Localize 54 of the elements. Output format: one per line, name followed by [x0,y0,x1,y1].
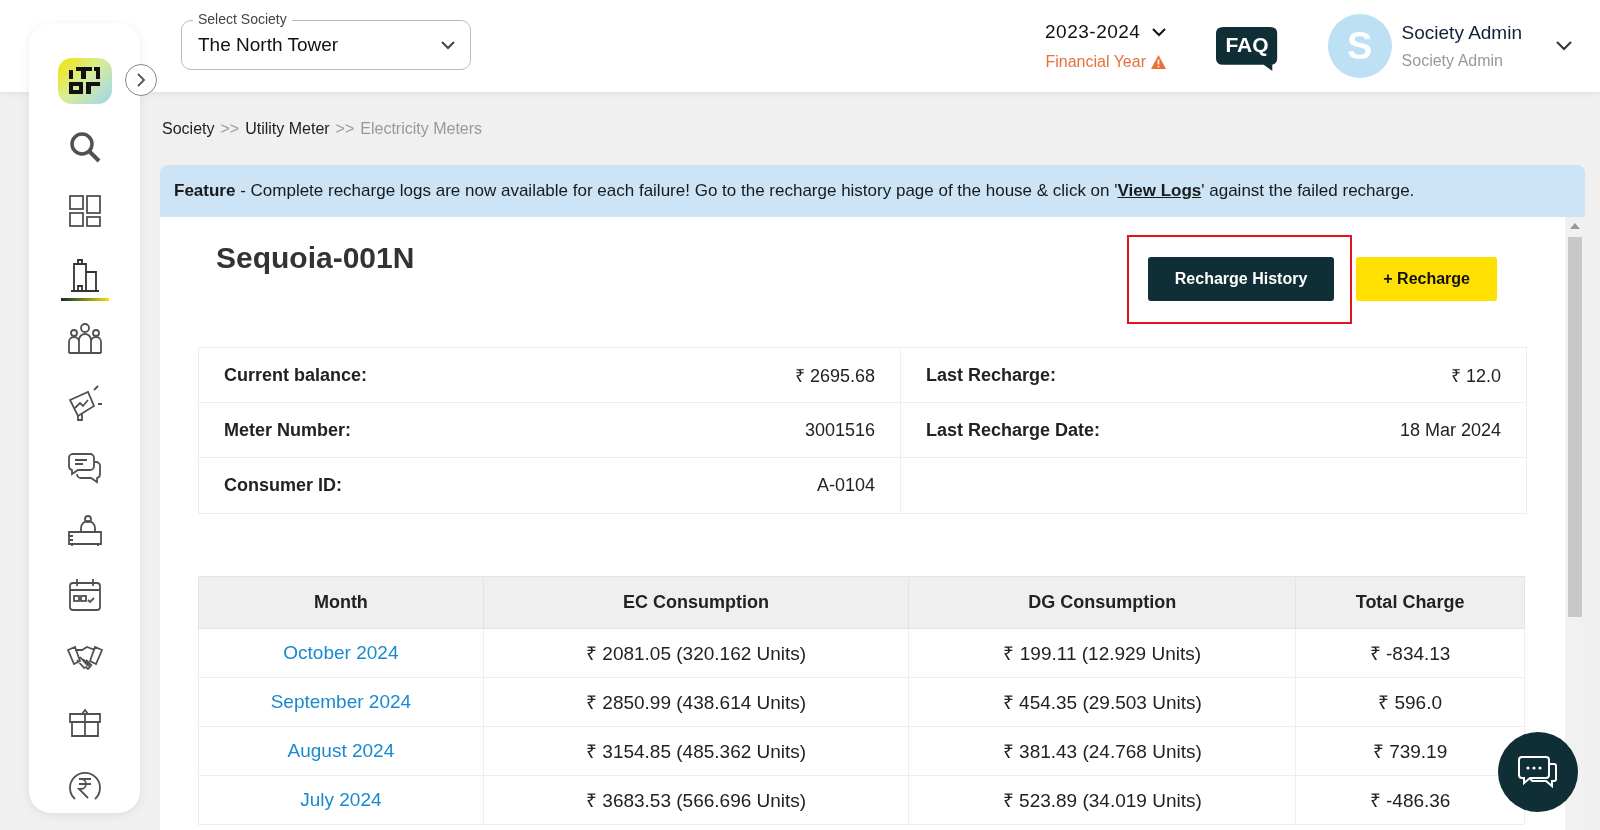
chevron-down-icon[interactable] [1556,41,1572,51]
table-cell: ₹ 2081.05 (320.162 Units) [586,643,807,664]
breadcrumb-link[interactable]: Utility Meter [245,120,330,154]
user-role: Society Admin [1401,52,1504,70]
table-cell: ₹ 199.11 (12.929 Units) [1003,643,1202,664]
field-label: Last Recharge: [926,364,1057,386]
financial-year-label: Financial Year [1045,53,1146,71]
select-value: The North Tower [198,34,339,56]
recharge-history-button[interactable]: Recharge History [1147,257,1335,301]
table-cell: ₹ 454.35 (29.503 Units) [1002,692,1202,713]
breadcrumb-separator: >> [220,120,240,139]
select-label: Select Society [193,11,292,28]
column-header: EC Consumption [483,576,909,629]
chat-icon [1518,754,1558,790]
month-link[interactable]: August 2024 [287,740,395,761]
field-value: 3001516 [804,419,875,441]
table-cell: ₹ 381.43 (24.768 Units) [1002,741,1202,762]
table-cell: ₹ 739.19 [1372,741,1448,762]
column-header: Total Charge [1295,576,1525,629]
field-label: Consumer ID: [224,475,342,496]
month-link[interactable]: October 2024 [283,642,399,663]
warning-icon [1151,55,1166,69]
recharge-button[interactable]: + Recharge [1356,257,1497,301]
field-value: 18 Mar 2024 [1399,419,1501,441]
table-cell: ₹ 3683.53 (566.696 Units) [586,790,807,811]
table-cell: ₹ -834.13 [1369,643,1451,664]
meter-title: Sequoia-001N [216,241,415,275]
table-cell: ₹ 523.89 (34.019 Units) [1002,790,1202,811]
feature-banner: Feature - Complete recharge logs are now available for each failure! Go to the recharge history page of the house & click on 'View Logs' against the failed recharge. [160,165,1585,217]
year-select[interactable]: 2023-2024 [1045,21,1141,43]
active-indicator [60,298,109,301]
column-header: DG Consumption [908,576,1296,629]
breadcrumb-separator: >> [335,120,355,139]
field-label: Last Recharge Date: [926,419,1101,441]
faq-button[interactable]: FAQ [1216,27,1278,71]
chevron-down-icon[interactable] [1152,27,1167,37]
table-cell: ₹ 2850.99 (438.614 Units) [586,692,807,713]
field-label: Meter Number: [224,419,352,441]
column-header: Month [198,576,484,629]
field-label: Current balance: [224,364,368,386]
breadcrumb-link[interactable]: Society [162,120,215,154]
table-cell: ₹ 596.0 [1378,692,1442,713]
chevron-right-icon [136,73,146,87]
table-cell: ₹ -486.36 [1369,790,1451,811]
table-cell: ₹ 3154.85 (485.362 Units) [586,741,807,762]
month-link[interactable]: July 2024 [300,789,382,810]
view-logs-link[interactable]: View Logs [1117,181,1202,200]
field-value: A-0104 [816,475,875,496]
field-value: ₹ 2695.68 [794,365,875,387]
society-select[interactable]: Select Society The North Tower [181,11,471,70]
app-logo[interactable] [57,58,112,104]
field-value: ₹ 12.0 [1450,365,1501,387]
user-name: Society Admin [1401,22,1522,44]
chevron-down-icon [441,40,455,50]
